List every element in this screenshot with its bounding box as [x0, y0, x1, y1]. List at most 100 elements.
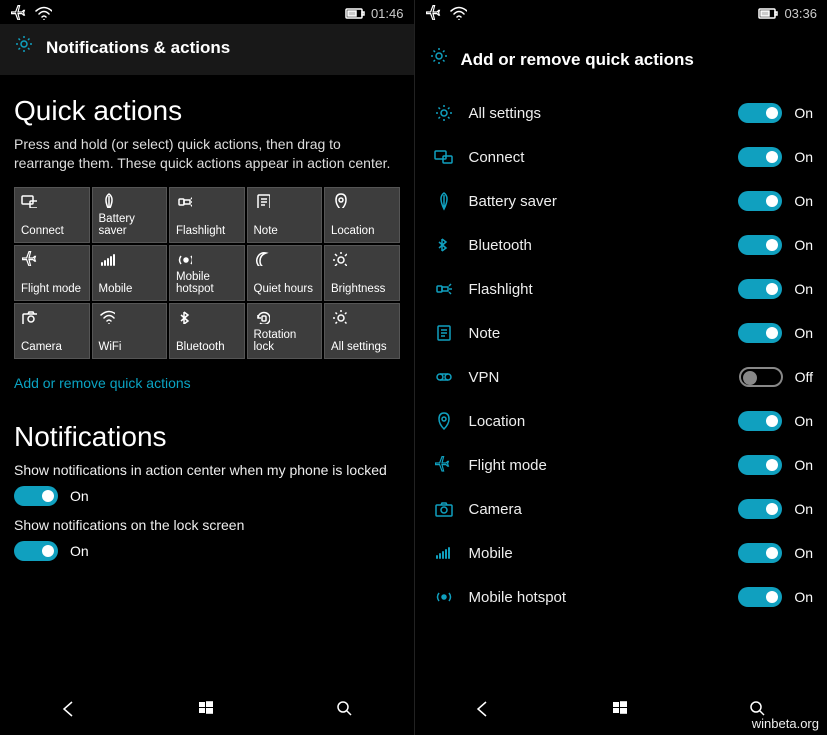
item-label: Location	[459, 413, 739, 430]
tile-label: Rotation lock	[254, 329, 316, 354]
tile-label: Location	[331, 225, 393, 238]
page-header: Add or remove quick actions	[415, 24, 827, 91]
item-label: Bluetooth	[459, 237, 739, 254]
toggle[interactable]	[738, 147, 782, 167]
item-label: Note	[459, 325, 739, 342]
quick-action-toggle-row: All settings On	[429, 91, 814, 135]
moon-icon	[254, 250, 316, 266]
toggle-state: On	[794, 413, 813, 429]
toggle[interactable]	[738, 191, 782, 211]
toggle[interactable]	[738, 543, 782, 563]
toggle-state: On	[794, 325, 813, 341]
toggle-state: On	[70, 543, 89, 559]
toggle[interactable]	[738, 279, 782, 299]
quick-action-tile[interactable]: Camera	[14, 303, 90, 359]
quick-action-tile[interactable]: WiFi	[92, 303, 168, 359]
wifi-icon	[34, 4, 52, 23]
toggle[interactable]	[14, 541, 58, 561]
toggle[interactable]	[738, 323, 782, 343]
tile-label: Brightness	[331, 283, 393, 296]
quick-action-tile[interactable]: Flight mode	[14, 245, 90, 301]
toggle-state: On	[794, 545, 813, 561]
toggle-state: On	[70, 488, 89, 504]
toggle-state: On	[794, 281, 813, 297]
camera-icon	[429, 499, 459, 519]
signal-icon	[429, 543, 459, 563]
quick-action-tile[interactable]: Location	[324, 187, 400, 243]
toggle-state: On	[794, 149, 813, 165]
quick-action-toggle-row: Mobile hotspot On	[429, 575, 814, 619]
connect-icon	[21, 192, 83, 208]
location-icon	[429, 411, 459, 431]
tile-label: Bluetooth	[176, 341, 238, 354]
note-icon	[254, 192, 316, 208]
toggle[interactable]	[738, 455, 782, 475]
item-label: Camera	[459, 501, 739, 518]
quick-action-tile[interactable]: Flashlight	[169, 187, 245, 243]
status-bar: 03:36	[415, 0, 827, 24]
flashlight-icon	[429, 279, 459, 299]
status-time: 01:46	[371, 6, 404, 21]
toggle[interactable]	[738, 587, 782, 607]
tile-label: Quiet hours	[254, 283, 316, 296]
page-header: Notifications & actions	[0, 24, 414, 75]
quick-actions-heading: Quick actions	[14, 95, 400, 127]
start-button[interactable]	[610, 698, 632, 725]
notifications-heading: Notifications	[14, 421, 400, 453]
notification-setting: Show notifications in action center when…	[14, 461, 400, 506]
quick-action-tile[interactable]: Mobile hotspot	[169, 245, 245, 301]
quick-action-tile[interactable]: Rotation lock	[247, 303, 323, 359]
toggle[interactable]	[14, 486, 58, 506]
quick-action-tile[interactable]: Note	[247, 187, 323, 243]
toggle[interactable]	[738, 499, 782, 519]
signal-icon	[99, 250, 161, 266]
toggle-state: On	[794, 589, 813, 605]
toggle[interactable]	[738, 235, 782, 255]
page-title: Notifications & actions	[46, 38, 230, 58]
setting-label: Show notifications on the lock screen	[14, 516, 400, 535]
quick-action-toggle-row: VPN Off	[429, 355, 814, 399]
start-button[interactable]	[196, 698, 218, 725]
quick-actions-description: Press and hold (or select) quick actions…	[14, 135, 400, 173]
toggle[interactable]	[739, 367, 783, 387]
quick-action-tile[interactable]: Quiet hours	[247, 245, 323, 301]
wifi-icon	[449, 4, 467, 23]
search-button[interactable]	[334, 698, 356, 725]
toggle[interactable]	[738, 411, 782, 431]
nav-bar	[0, 686, 414, 735]
quick-action-tile[interactable]: All settings	[324, 303, 400, 359]
toggle-state: On	[794, 105, 813, 121]
status-time: 03:36	[784, 6, 817, 21]
back-button[interactable]	[58, 698, 80, 725]
notification-setting: Show notifications on the lock screen On	[14, 516, 400, 561]
toggle-state: On	[794, 193, 813, 209]
quick-action-toggle-row: Flight mode On	[429, 443, 814, 487]
quick-action-toggle-row: Battery saver On	[429, 179, 814, 223]
quick-action-tile[interactable]: Mobile	[92, 245, 168, 301]
gear-icon	[14, 34, 36, 61]
tile-label: Camera	[21, 341, 83, 354]
note-icon	[429, 323, 459, 343]
item-label: Mobile hotspot	[459, 589, 739, 606]
quick-action-toggle-row: Note On	[429, 311, 814, 355]
quick-actions-toggle-list: All settings On Connect On Battery saver…	[429, 91, 814, 619]
gear-icon	[331, 308, 393, 324]
quick-action-tile[interactable]: Bluetooth	[169, 303, 245, 359]
quick-action-tile[interactable]: Connect	[14, 187, 90, 243]
quick-action-tile[interactable]: Battery saver	[92, 187, 168, 243]
phone-left: 01:46 Notifications & actions Quick acti…	[0, 0, 415, 735]
tile-label: Battery saver	[99, 213, 161, 238]
location-icon	[331, 192, 393, 208]
quick-action-tile[interactable]: Brightness	[324, 245, 400, 301]
back-button[interactable]	[472, 698, 494, 725]
quick-action-toggle-row: Bluetooth On	[429, 223, 814, 267]
toggle[interactable]	[738, 103, 782, 123]
add-remove-link[interactable]: Add or remove quick actions	[14, 375, 191, 391]
tile-label: Connect	[21, 225, 83, 238]
tile-label: Note	[254, 225, 316, 238]
bluetooth-icon	[176, 308, 238, 324]
tile-label: WiFi	[99, 341, 161, 354]
quick-action-toggle-row: Location On	[429, 399, 814, 443]
hotspot-icon	[176, 250, 238, 266]
tile-label: Mobile hotspot	[176, 271, 238, 296]
